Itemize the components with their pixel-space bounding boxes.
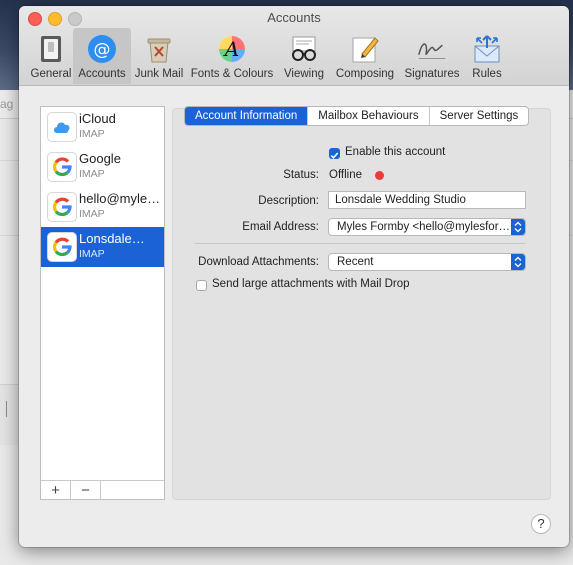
account-type: IMAP <box>79 208 105 220</box>
description-field[interactable]: Lonsdale Wedding Studio <box>328 191 526 209</box>
icloud-icon <box>47 112 77 142</box>
tab-account-information[interactable]: Account Information <box>185 107 308 125</box>
svg-text:@: @ <box>94 40 111 60</box>
account-item-lonsdale[interactable]: Lonsdale… IMAP <box>41 227 164 267</box>
tab-server-settings[interactable]: Server Settings <box>428 107 529 125</box>
toolbar-label: General <box>30 68 72 80</box>
toolbar-label: Junk Mail <box>134 68 184 80</box>
download-attachments-popup[interactable]: Recent <box>328 253 526 271</box>
enable-account-label: Enable this account <box>345 146 446 158</box>
status-value: Offline <box>329 169 363 181</box>
account-type: IMAP <box>79 248 105 260</box>
pencil-paper-icon <box>349 33 381 65</box>
account-type: IMAP <box>79 128 105 140</box>
titlebar: Accounts General @ Accounts Junk Mail A … <box>19 6 569 86</box>
background-divider <box>6 401 7 417</box>
checkmark-icon <box>330 152 339 159</box>
toolbar-general-button[interactable]: General <box>29 28 73 84</box>
account-item-icloud[interactable]: iCloud IMAP <box>41 107 164 147</box>
account-name: hello@myle… <box>79 191 161 206</box>
remove-account-button[interactable]: − <box>71 481 101 499</box>
toolbar-label: Composing <box>335 68 395 80</box>
accounts-preferences-window: Accounts General @ Accounts Junk Mail A … <box>19 6 569 547</box>
at-sign-icon: @ <box>86 33 118 65</box>
description-label: Description: <box>258 195 319 207</box>
preferences-toolbar: General @ Accounts Junk Mail A Fonts & C… <box>29 28 509 84</box>
toolbar-label: Accounts <box>78 68 126 80</box>
download-attachments-label: Download Attachments: <box>198 256 319 268</box>
email-address-value: Myles Formby <hello@mylesfor… <box>337 221 511 233</box>
toolbar-label: Rules <box>472 68 502 80</box>
mail-drop-label: Send large attachments with Mail Drop <box>212 278 410 290</box>
download-attachments-value: Recent <box>337 256 374 268</box>
toolbar-viewing-button[interactable]: Viewing <box>277 28 331 84</box>
account-item-google[interactable]: Google IMAP <box>41 147 164 187</box>
settings-tabs: Account Information Mailbox Behaviours S… <box>184 106 530 126</box>
account-type: IMAP <box>79 168 105 180</box>
account-list-footer: + − <box>41 480 164 499</box>
status-label: Status: <box>283 169 319 181</box>
account-name: Google <box>79 151 121 166</box>
email-address-label: Email Address: <box>242 221 319 233</box>
toolbar-label: Viewing <box>283 68 325 80</box>
toolbar-fonts-colours-button[interactable]: A Fonts & Colours <box>187 28 277 84</box>
svg-text:A: A <box>223 37 239 61</box>
general-switch-icon <box>35 33 67 65</box>
background-text: sag <box>0 97 14 111</box>
background-sidebar <box>0 384 18 445</box>
account-item-hello[interactable]: hello@myle… IMAP <box>41 187 164 227</box>
account-name: iCloud <box>79 111 116 126</box>
enable-account-checkbox[interactable] <box>329 148 340 159</box>
font-color-icon: A <box>216 33 248 65</box>
toolbar-label: Fonts & Colours <box>190 68 274 80</box>
email-address-popup[interactable]: Myles Formby <hello@mylesfor… <box>328 218 526 236</box>
popup-arrows-icon <box>511 219 525 235</box>
help-button[interactable]: ? <box>531 514 551 534</box>
toolbar-signatures-button[interactable]: Signatures <box>399 28 465 84</box>
add-account-button[interactable]: + <box>41 481 71 499</box>
glasses-icon <box>288 33 320 65</box>
account-list: iCloud IMAP Google IMAP hello@myle… IMAP… <box>40 106 165 500</box>
tab-mailbox-behaviours[interactable]: Mailbox Behaviours <box>307 107 428 125</box>
status-indicator-dot <box>375 171 384 180</box>
toolbar-composing-button[interactable]: Composing <box>331 28 399 84</box>
account-settings-panel <box>172 108 551 500</box>
google-g-icon <box>47 232 77 262</box>
window-title: Accounts <box>267 10 321 25</box>
toolbar-junk-mail-button[interactable]: Junk Mail <box>131 28 187 84</box>
google-g-icon <box>47 192 77 222</box>
popup-arrows-icon <box>511 254 525 270</box>
account-name: Lonsdale… <box>79 231 145 246</box>
toolbar-rules-button[interactable]: Rules <box>465 28 509 84</box>
junk-bin-icon <box>143 33 175 65</box>
form-separator <box>194 243 526 244</box>
google-g-icon <box>47 152 77 182</box>
toolbar-accounts-button[interactable]: @ Accounts <box>73 28 131 84</box>
rules-envelope-icon <box>471 33 503 65</box>
signature-icon <box>416 33 448 65</box>
toolbar-label: Signatures <box>404 68 460 80</box>
mail-drop-checkbox[interactable] <box>196 280 207 291</box>
